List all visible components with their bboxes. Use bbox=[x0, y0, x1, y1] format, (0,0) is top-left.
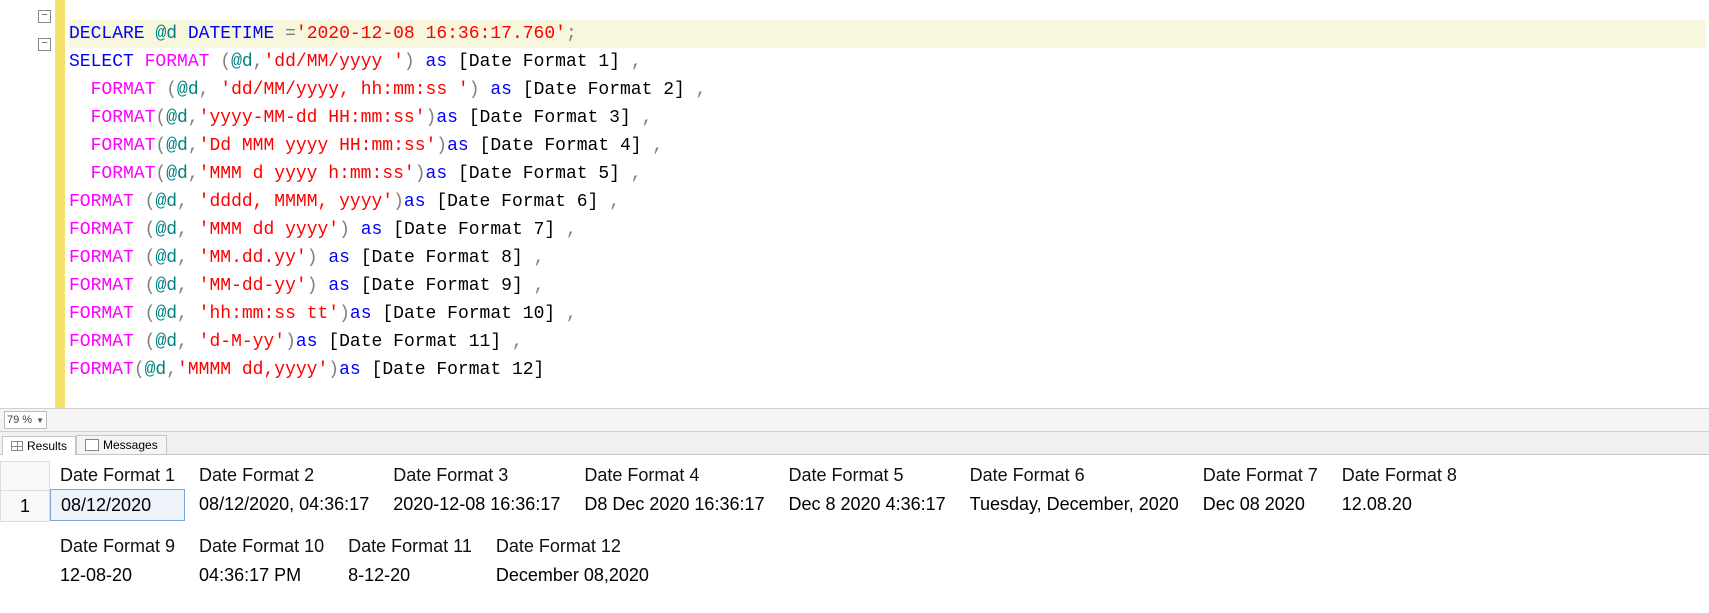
row-number-column: 1 bbox=[0, 461, 50, 522]
result-column: Date Format 108/12/2020 bbox=[50, 461, 185, 522]
column-header[interactable]: Date Format 7 bbox=[1193, 461, 1328, 489]
result-cell[interactable]: 8-12-20 bbox=[338, 560, 482, 590]
result-cell[interactable]: 04:36:17 PM bbox=[189, 560, 334, 590]
result-column: Date Format 1004:36:17 PM bbox=[189, 532, 334, 593]
result-column: Date Format 208/12/2020, 04:36:17 bbox=[189, 461, 379, 522]
result-column: Date Format 812.08.20 bbox=[1332, 461, 1467, 522]
column-header[interactable]: Date Format 1 bbox=[50, 461, 185, 489]
result-cell[interactable]: 12-08-20 bbox=[50, 560, 185, 590]
column-header[interactable]: Date Format 6 bbox=[960, 461, 1189, 489]
tab-results-label: Results bbox=[27, 439, 67, 453]
results-row-group-1: 1 Date Format 108/12/2020Date Format 208… bbox=[0, 461, 1709, 522]
result-cell[interactable]: December 08,2020 bbox=[486, 560, 659, 590]
result-cell[interactable]: 12.08.20 bbox=[1332, 489, 1467, 519]
tab-messages-label: Messages bbox=[103, 438, 158, 452]
column-header[interactable]: Date Format 4 bbox=[574, 461, 774, 489]
code-text-area[interactable]: DECLARE @d DATETIME ='2020-12-08 16:36:1… bbox=[65, 18, 1709, 390]
fold-toggle-icon[interactable]: − bbox=[38, 10, 51, 23]
messages-icon bbox=[85, 439, 99, 451]
result-column: Date Format 7Dec 08 2020 bbox=[1193, 461, 1328, 522]
result-cell[interactable]: Dec 08 2020 bbox=[1193, 489, 1328, 519]
zoom-level-dropdown[interactable]: 79 % ▼ bbox=[4, 411, 47, 429]
row-number-cell[interactable]: 1 bbox=[0, 491, 50, 522]
row-number-header bbox=[0, 461, 50, 491]
column-header[interactable]: Date Format 12 bbox=[486, 532, 659, 560]
column-header[interactable]: Date Format 3 bbox=[383, 461, 570, 489]
result-column: Date Format 4D8 Dec 2020 16:36:17 bbox=[574, 461, 774, 522]
results-row-group-2: Date Format 912-08-20Date Format 1004:36… bbox=[0, 532, 1709, 593]
result-cell[interactable]: D8 Dec 2020 16:36:17 bbox=[574, 489, 774, 519]
zoom-bar: 79 % ▼ bbox=[0, 409, 1709, 432]
result-cell[interactable]: 08/12/2020, 04:36:17 bbox=[189, 489, 379, 519]
result-cell[interactable]: 08/12/2020 bbox=[50, 489, 185, 521]
column-header[interactable]: Date Format 2 bbox=[189, 461, 379, 489]
column-header[interactable]: Date Format 5 bbox=[779, 461, 956, 489]
column-header[interactable]: Date Format 11 bbox=[338, 532, 482, 560]
tab-results[interactable]: Results bbox=[2, 436, 76, 455]
tab-messages[interactable]: Messages bbox=[76, 435, 167, 454]
results-grid: 1 Date Format 108/12/2020Date Format 208… bbox=[0, 455, 1709, 613]
column-header[interactable]: Date Format 9 bbox=[50, 532, 185, 560]
sql-editor: − − DECLARE @d DATETIME ='2020-12-08 16:… bbox=[0, 0, 1709, 409]
result-column: Date Format 32020-12-08 16:36:17 bbox=[383, 461, 570, 522]
results-tabs: Results Messages bbox=[0, 432, 1709, 455]
result-column: Date Format 118-12-20 bbox=[338, 532, 482, 593]
grid-icon bbox=[11, 441, 23, 451]
change-indicator-bar bbox=[55, 0, 65, 408]
result-cell[interactable]: 2020-12-08 16:36:17 bbox=[383, 489, 570, 519]
chevron-down-icon: ▼ bbox=[36, 416, 44, 425]
result-column: Date Format 912-08-20 bbox=[50, 532, 185, 593]
fold-toggle-icon[interactable]: − bbox=[38, 38, 51, 51]
result-cell[interactable]: Tuesday, December, 2020 bbox=[960, 489, 1189, 519]
editor-gutter: − − bbox=[0, 0, 55, 408]
result-cell[interactable]: Dec 8 2020 4:36:17 bbox=[779, 489, 956, 519]
result-column: Date Format 6Tuesday, December, 2020 bbox=[960, 461, 1189, 522]
column-header[interactable]: Date Format 10 bbox=[189, 532, 334, 560]
result-column: Date Format 12December 08,2020 bbox=[486, 532, 659, 593]
result-column: Date Format 5Dec 8 2020 4:36:17 bbox=[779, 461, 956, 522]
column-header[interactable]: Date Format 8 bbox=[1332, 461, 1467, 489]
zoom-level-value: 79 % bbox=[7, 414, 32, 426]
